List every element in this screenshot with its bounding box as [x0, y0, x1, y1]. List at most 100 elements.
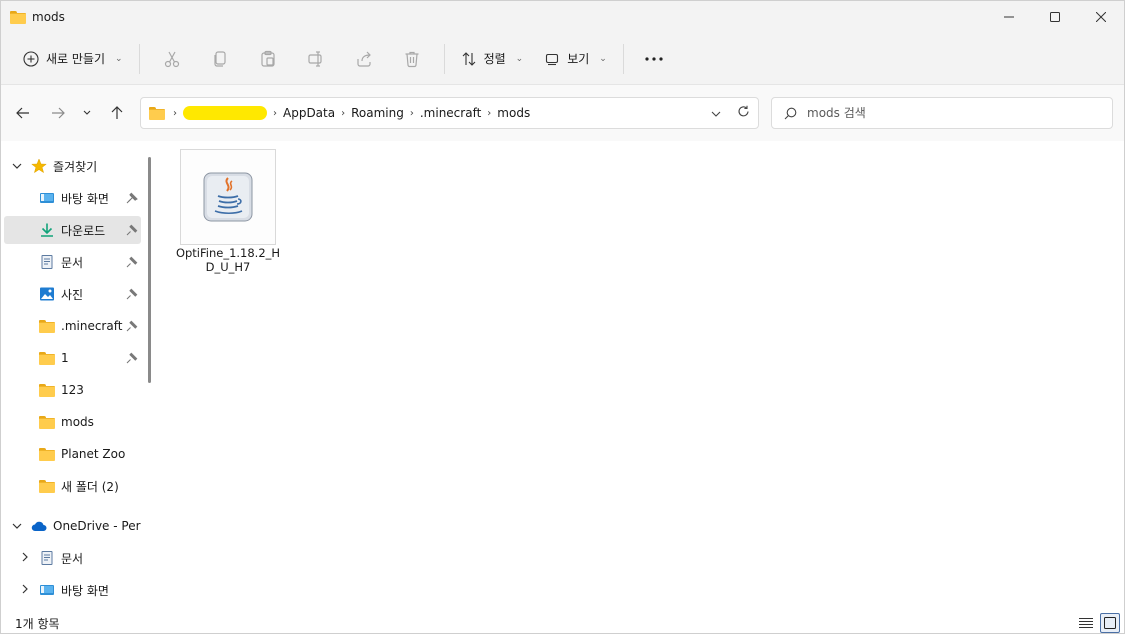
address-history-button[interactable] [711, 106, 721, 120]
refresh-button[interactable] [737, 105, 750, 121]
sidebar-item-label: 문서 [61, 551, 84, 566]
close-button[interactable] [1078, 1, 1124, 33]
pin-icon[interactable] [126, 320, 138, 332]
copy-icon [213, 50, 226, 67]
command-bar: 새로 만들기 ⌄ 정렬 ⌄ 보기 ⌄ [1, 33, 1124, 85]
toolbar-separator [443, 43, 445, 74]
pin-icon[interactable] [126, 288, 138, 300]
sidebar-item-mods[interactable]: mods [4, 408, 141, 436]
view-button[interactable]: 보기 ⌄ [536, 41, 615, 77]
file-item[interactable] [180, 149, 276, 245]
document-icon [41, 551, 53, 565]
sidebar-item-new-folder-2[interactable]: 새 폴더 (2) [4, 472, 141, 500]
plus-circle-icon [23, 50, 39, 67]
sidebar-item-favorites[interactable]: 즐겨찾기 [4, 152, 141, 180]
breadcrumb-minecraft[interactable]: .minecraft [420, 106, 481, 120]
breadcrumb-roaming[interactable]: Roaming [351, 106, 404, 120]
address-bar[interactable]: › › AppData › Roaming › .minecraft › mod… [140, 97, 759, 129]
window-title: mods [32, 10, 65, 24]
folder-icon [39, 384, 55, 397]
sidebar-item-label: 문서 [61, 255, 84, 270]
chevron-down-icon [83, 110, 91, 115]
breadcrumb-mods[interactable]: mods [497, 106, 530, 120]
folder-icon [39, 480, 55, 493]
sidebar-item-onedrive-desktop[interactable]: 바탕 화면 [4, 576, 141, 604]
desktop-icon [40, 193, 54, 203]
search-input[interactable] [807, 106, 1087, 120]
maximize-button[interactable] [1032, 1, 1078, 33]
sidebar-item-onedrive-documents[interactable]: 문서 [4, 544, 141, 572]
large-icons-view-button[interactable] [1100, 613, 1120, 633]
chevron-right-icon[interactable] [18, 584, 32, 597]
status-bar: 1개 항목 [1, 611, 1124, 633]
minimize-button[interactable] [986, 1, 1032, 33]
more-options-button[interactable] [632, 41, 676, 77]
chevron-down-icon: ⌄ [515, 53, 524, 64]
share-icon [356, 51, 371, 67]
arrow-up-icon [111, 106, 123, 119]
download-icon [41, 223, 53, 237]
view-button-label: 보기 [567, 52, 590, 66]
folder-icon [39, 448, 55, 461]
recent-locations-button[interactable] [75, 98, 99, 128]
sidebar-item-desktop[interactable]: 바탕 화면 [4, 184, 141, 212]
sidebar-item-onedrive[interactable]: OneDrive - Perso [4, 512, 141, 540]
toolbar-separator [622, 43, 624, 74]
address-row: › › AppData › Roaming › .minecraft › mod… [1, 85, 1124, 141]
pin-icon[interactable] [126, 224, 138, 236]
java-icon [203, 172, 253, 222]
cut-icon [164, 51, 179, 67]
file-item-name[interactable]: OptiFine_1.18.2_HD_U_H7 [175, 246, 281, 274]
arrow-right-icon [52, 107, 65, 119]
paste-icon [260, 50, 275, 67]
sidebar-item-planet-zoo[interactable]: Planet Zoo [4, 440, 141, 468]
sidebar-item-label: 즐겨찾기 [53, 159, 98, 174]
redacted-username [183, 106, 267, 120]
folder-icon [10, 10, 26, 24]
details-view-button[interactable] [1076, 613, 1096, 633]
chevron-right-icon[interactable] [18, 552, 32, 565]
view-icon [546, 53, 559, 65]
large-icons-view-icon [1104, 617, 1116, 629]
sidebar-scrollbar-thumb[interactable] [148, 157, 151, 383]
chevron-down-icon: ⌄ [115, 53, 123, 64]
chevron-down-icon[interactable] [10, 161, 24, 172]
sidebar-item-label: OneDrive - Perso [53, 519, 141, 533]
sidebar-item-label: 새 폴더 (2) [61, 479, 119, 494]
paste-button[interactable] [244, 41, 292, 77]
file-explorer-window: mods 새로 만들기 ⌄ 정렬 ⌄ 보기 ⌄ › › AppData › Ro… [0, 0, 1125, 634]
maximize-icon [1050, 12, 1060, 22]
delete-button[interactable] [388, 41, 436, 77]
new-button[interactable]: 새로 만들기 ⌄ [15, 41, 131, 77]
cut-button[interactable] [148, 41, 196, 77]
sidebar-item-minecraft[interactable]: .minecraft [4, 312, 141, 340]
pin-icon[interactable] [126, 256, 138, 268]
copy-button[interactable] [196, 41, 244, 77]
sidebar-item-documents[interactable]: 문서 [4, 248, 141, 276]
forward-button[interactable] [43, 98, 73, 128]
breadcrumb-appdata[interactable]: AppData [283, 106, 335, 120]
sidebar-item-label: .minecraft [61, 319, 123, 333]
document-icon [41, 255, 53, 269]
sidebar-item-pictures[interactable]: 사진 [4, 280, 141, 308]
pin-icon[interactable] [126, 352, 138, 364]
rename-button[interactable] [292, 41, 340, 77]
more-icon [645, 56, 663, 61]
sort-button[interactable]: 정렬 ⌄ [453, 41, 532, 77]
sidebar-item-folder-1[interactable]: 1 [4, 344, 141, 372]
chevron-down-icon[interactable] [10, 521, 24, 532]
pin-icon[interactable] [126, 192, 138, 204]
back-button[interactable] [8, 98, 38, 128]
chevron-right-icon: › [409, 107, 414, 119]
chevron-right-icon: › [487, 107, 492, 119]
sidebar-item-folder-123[interactable]: 123 [4, 376, 141, 404]
sidebar-item-label: 123 [61, 383, 84, 397]
sidebar-item-label: 1 [61, 351, 69, 365]
chevron-right-icon: › [273, 107, 277, 119]
sidebar-item-downloads[interactable]: 다운로드 [4, 216, 141, 244]
chevron-right-icon: › [341, 107, 346, 119]
search-icon [784, 107, 797, 119]
share-button[interactable] [340, 41, 388, 77]
up-button[interactable] [102, 98, 132, 128]
title-bar: mods [1, 1, 1124, 33]
